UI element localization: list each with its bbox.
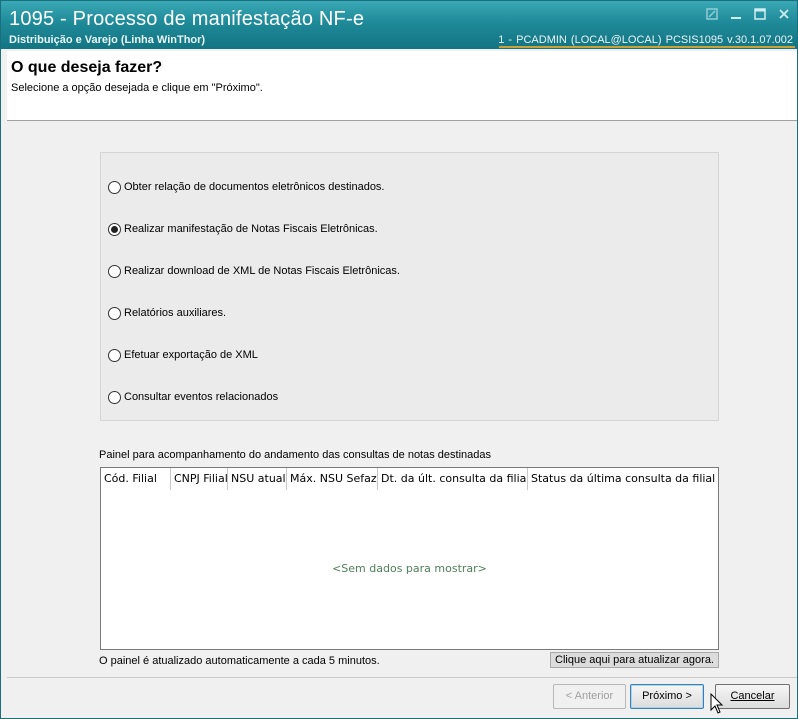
column-header-max-nsu[interactable]: Máx. NSU Sefaz [287, 468, 378, 490]
session-info: 1 - PCADMIN (LOCAL@LOCAL) PCSIS1095 v.30… [498, 34, 793, 46]
footer-divider [7, 677, 797, 678]
window-title: 1095 - Processo de manifestação NF-e [9, 8, 365, 30]
radio-button[interactable] [108, 180, 121, 194]
window-subtitle: Distribuição e Varejo (Linha WinThor) [9, 34, 206, 46]
radio-button[interactable] [108, 306, 121, 320]
close-icon[interactable] [777, 7, 791, 21]
maximize-icon[interactable] [753, 7, 767, 21]
info-underline [499, 46, 795, 48]
option-download-xml[interactable]: Realizar download de XML de Notas Fiscai… [108, 263, 400, 279]
page-title: O que deseja fazer? [11, 59, 163, 76]
back-button[interactable]: < Anterior [553, 684, 626, 709]
column-header-cod-filial[interactable]: Cód. Filial [101, 468, 171, 490]
column-header-dt-ult-consulta[interactable]: Dt. da últ. consulta da filial [378, 468, 528, 490]
option-label: Realizar download de XML de Notas Fiscai… [124, 265, 400, 277]
option-consultar-eventos[interactable]: Consultar eventos relacionados [108, 389, 278, 405]
radio-dot-icon [111, 225, 118, 233]
option-label: Efetuar exportação de XML [124, 349, 258, 361]
option-label: Consultar eventos relacionados [124, 391, 279, 403]
options-panel: Obter relação de documentos eletrônicos … [100, 152, 719, 421]
wizard-header: O que deseja fazer? Selecione a opção de… [7, 51, 797, 121]
auto-refresh-note: O painel é atualizado automaticamente a … [99, 655, 380, 667]
page-instruction: Selecione a opção desejada e clique em "… [11, 82, 263, 94]
mouse-pointer-icon [710, 692, 724, 718]
radio-button-selected[interactable] [108, 222, 121, 236]
option-realizar-manifestacao[interactable]: Realizar manifestação de Notas Fiscais E… [108, 221, 378, 237]
window-controls [705, 7, 791, 21]
restore-icon[interactable] [705, 7, 719, 21]
radio-button[interactable] [108, 264, 121, 278]
monitor-panel-label: Painel para acompanhamento do andamento … [99, 449, 491, 461]
title-bar[interactable]: 1095 - Processo de manifestação NF-e Dis… [1, 1, 797, 49]
option-relatorios[interactable]: Relatórios auxiliares. [108, 305, 226, 321]
radio-button[interactable] [108, 348, 121, 362]
column-header-nsu-atual[interactable]: NSU atual [228, 468, 287, 490]
column-header-cnpj-filial[interactable]: CNPJ Filial [171, 468, 228, 490]
grid-header: Cód. Filial CNPJ Filial NSU atual Máx. N… [101, 468, 718, 490]
option-label: Relatórios auxiliares. [124, 307, 227, 319]
option-obter-relacao[interactable]: Obter relação de documentos eletrônicos … [108, 179, 385, 195]
next-button[interactable]: Próximo > [630, 684, 704, 709]
radio-button[interactable] [108, 390, 121, 404]
app-window: 1095 - Processo de manifestação NF-e Dis… [0, 0, 798, 719]
column-header-status[interactable]: Status da última consulta da filial [528, 468, 718, 490]
empty-state-text: <Sem dados para mostrar> [332, 562, 487, 575]
refresh-now-button[interactable]: Clique aqui para atualizar agora. [550, 652, 719, 668]
minimize-icon[interactable] [729, 7, 743, 21]
option-exportacao-xml[interactable]: Efetuar exportação de XML [108, 347, 258, 363]
monitor-grid[interactable]: Cód. Filial CNPJ Filial NSU atual Máx. N… [100, 467, 719, 650]
option-label: Obter relação de documentos eletrônicos … [124, 181, 385, 193]
cancel-button[interactable]: Cancelar [715, 684, 790, 709]
option-label: Realizar manifestação de Notas Fiscais E… [124, 223, 378, 235]
